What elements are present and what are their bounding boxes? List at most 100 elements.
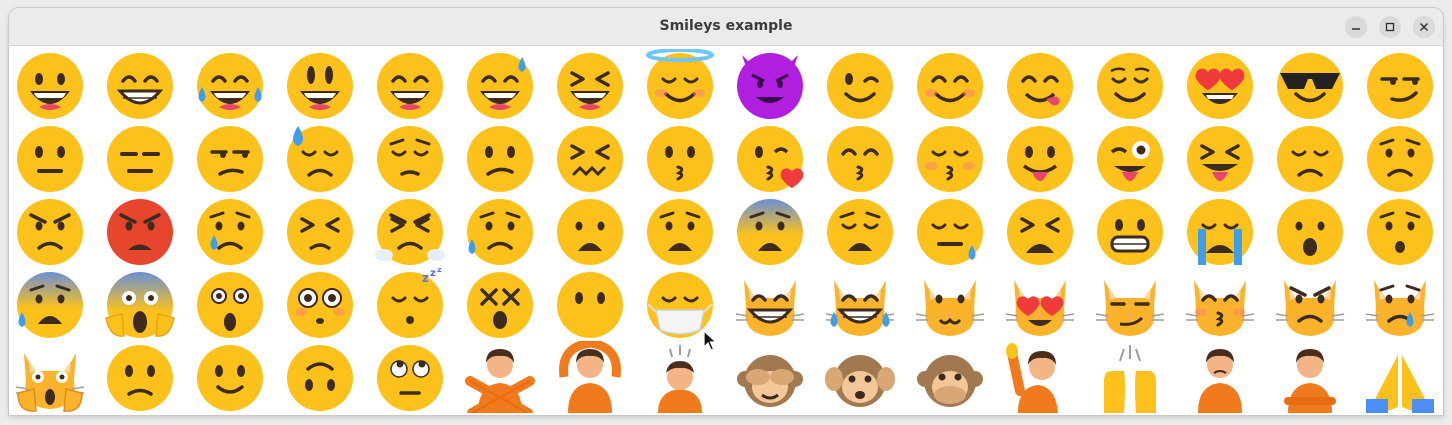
- emoji-expressionless-face[interactable]: [104, 122, 176, 194]
- downcast-face-with-sweat-icon: [287, 126, 353, 192]
- emoji-confounded-face[interactable]: [554, 122, 626, 194]
- emoji-face-without-mouth[interactable]: [554, 268, 626, 340]
- emoji-face-screaming-in-fear[interactable]: [104, 268, 176, 340]
- emoji-sleeping-face[interactable]: zzz: [374, 268, 446, 340]
- tired-face-icon: [1007, 199, 1073, 265]
- emoji-smiling-face-with-heart-eyes[interactable]: [1184, 49, 1256, 121]
- weary-cat-icon: [15, 353, 85, 412]
- emoji-squinting-face-with-tongue[interactable]: [1184, 122, 1256, 194]
- emoji-cat-with-tears-of-joy[interactable]: [824, 268, 896, 340]
- smiling-face-with-horns-icon: [737, 53, 803, 119]
- emoji-weary-cat[interactable]: [14, 341, 86, 413]
- emoji-worried-face[interactable]: [1364, 122, 1436, 194]
- emoji-pouting-cat[interactable]: [1274, 268, 1346, 340]
- emoji-sad-but-relieved-face[interactable]: [464, 195, 536, 267]
- speak-no-evil-monkey-icon: [917, 355, 983, 407]
- emoji-smiling-face-with-halo[interactable]: [644, 49, 716, 121]
- emoji-face-blowing-a-kiss[interactable]: [734, 122, 806, 194]
- pouting-cat-icon: [1275, 280, 1345, 336]
- emoji-sleepy-face[interactable]: [914, 195, 986, 267]
- emoji-face-with-tears-of-joy[interactable]: [194, 49, 266, 121]
- emoji-anxious-face-with-sweat[interactable]: [14, 268, 86, 340]
- emoji-smiling-face-with-smiling-eyes[interactable]: [914, 49, 986, 121]
- emoji-fearful-face[interactable]: [734, 195, 806, 267]
- emoji-grinning-face-with-sweat[interactable]: [464, 49, 536, 121]
- emoji-neutral-face[interactable]: [14, 122, 86, 194]
- hear-no-evil-monkey-icon: [825, 355, 895, 407]
- emoji-face-savoring-food[interactable]: [1004, 49, 1076, 121]
- emoji-crying-face[interactable]: [194, 195, 266, 267]
- emoji-crying-cat[interactable]: [1364, 268, 1436, 340]
- emoji-slightly-smiling-face[interactable]: [194, 341, 266, 413]
- emoji-smiling-cat[interactable]: [914, 268, 986, 340]
- anxious-face-with-sweat-icon: [17, 272, 83, 338]
- emoji-speak-no-evil-monkey[interactable]: [914, 341, 986, 413]
- fearful-face-icon: [737, 199, 803, 265]
- emoji-smiling-face-with-open-mouth[interactable]: [284, 49, 356, 121]
- slightly-smiling-face-icon: [197, 345, 263, 411]
- emoji-cat-with-wry-smile[interactable]: [1094, 268, 1166, 340]
- emoji-face-with-tongue[interactable]: [1004, 122, 1076, 194]
- close-button[interactable]: [1413, 16, 1435, 38]
- emoji-face-with-steam-from-nose[interactable]: [374, 195, 446, 267]
- emoji-angry-face[interactable]: [14, 195, 86, 267]
- angry-face-icon: [17, 199, 83, 265]
- emoji-person-pouting[interactable]: [1274, 341, 1346, 413]
- emoji-face-with-open-mouth[interactable]: [1274, 195, 1346, 267]
- emoji-tired-face[interactable]: [1004, 195, 1076, 267]
- emoji-confused-face[interactable]: [464, 122, 536, 194]
- emoji-astonished-face[interactable]: [194, 268, 266, 340]
- title-bar[interactable]: Smileys example: [9, 8, 1443, 46]
- emoji-folded-hands[interactable]: [1364, 341, 1436, 413]
- emoji-see-no-evil-monkey[interactable]: [734, 341, 806, 413]
- emoji-winking-face[interactable]: [824, 49, 896, 121]
- emoji-kissing-cat[interactable]: [1184, 268, 1256, 340]
- emoji-face-with-rolling-eyes[interactable]: [374, 341, 446, 413]
- emoji-kissing-face-with-closed-eyes[interactable]: [914, 122, 986, 194]
- emoji-smirking-face[interactable]: [1364, 49, 1436, 121]
- emoji-disappointed-face[interactable]: [1274, 122, 1346, 194]
- emoji-kissing-face-with-smiling-eyes[interactable]: [824, 122, 896, 194]
- minimize-button[interactable]: [1345, 16, 1367, 38]
- emoji-flushed-face[interactable]: [284, 268, 356, 340]
- emoji-person-frowning[interactable]: [1184, 341, 1256, 413]
- dizzy-face-icon: [467, 272, 533, 338]
- emoji-grinning-cat-with-smiling-eyes[interactable]: [734, 268, 806, 340]
- emoji-person-gesturing-ok[interactable]: [554, 341, 626, 413]
- person-frowning-icon: [1198, 349, 1242, 413]
- emoji-weary-face[interactable]: [824, 195, 896, 267]
- emoji-relieved-face[interactable]: [1094, 49, 1166, 121]
- emoji-person-raising-hand[interactable]: [1004, 341, 1076, 413]
- emoji-pouting-face[interactable]: [104, 195, 176, 267]
- emoji-unamused-face[interactable]: [194, 122, 266, 194]
- emoji-grimacing-face[interactable]: [1094, 195, 1166, 267]
- relieved-face-icon: [1097, 53, 1163, 119]
- emoji-smiling-cat-with-heart-eyes[interactable]: [1004, 268, 1076, 340]
- emoji-person-gesturing-no[interactable]: [464, 341, 536, 413]
- emoji-loudly-crying-face[interactable]: [1184, 195, 1256, 267]
- emoji-pensive-face[interactable]: [374, 122, 446, 194]
- emoji-upside-down-face[interactable]: [284, 341, 356, 413]
- emoji-frowning-face-with-open-mouth[interactable]: [554, 195, 626, 267]
- emoji-slightly-frowning-face[interactable]: [104, 341, 176, 413]
- see-no-evil-monkey-icon: [737, 355, 803, 407]
- emoji-anguished-face[interactable]: [644, 195, 716, 267]
- svg-text:z: z: [437, 268, 442, 274]
- maximize-button[interactable]: [1379, 16, 1401, 38]
- emoji-winking-face-with-tongue[interactable]: [1094, 122, 1166, 194]
- emoji-grinning-face-with-smiling-eyes[interactable]: [104, 49, 176, 121]
- emoji-hushed-face[interactable]: [1364, 195, 1436, 267]
- emoji-smiling-face-with-open-mouth-and-smiling-eyes[interactable]: [374, 49, 446, 121]
- emoji-grinning-face[interactable]: [14, 49, 86, 121]
- sleeping-face-icon: zzz: [377, 268, 443, 338]
- emoji-smiling-face-with-sunglasses[interactable]: [1274, 49, 1346, 121]
- emoji-hear-no-evil-monkey[interactable]: [824, 341, 896, 413]
- emoji-raising-hands[interactable]: [1094, 341, 1166, 413]
- emoji-downcast-face-with-sweat[interactable]: [284, 122, 356, 194]
- grinning-face-icon: [17, 53, 83, 119]
- emoji-kissing-face[interactable]: [644, 122, 716, 194]
- emoji-grinning-squinting-face[interactable]: [554, 49, 626, 121]
- emoji-smiling-face-with-horns[interactable]: [734, 49, 806, 121]
- emoji-persevering-face[interactable]: [284, 195, 356, 267]
- emoji-dizzy-face[interactable]: [464, 268, 536, 340]
